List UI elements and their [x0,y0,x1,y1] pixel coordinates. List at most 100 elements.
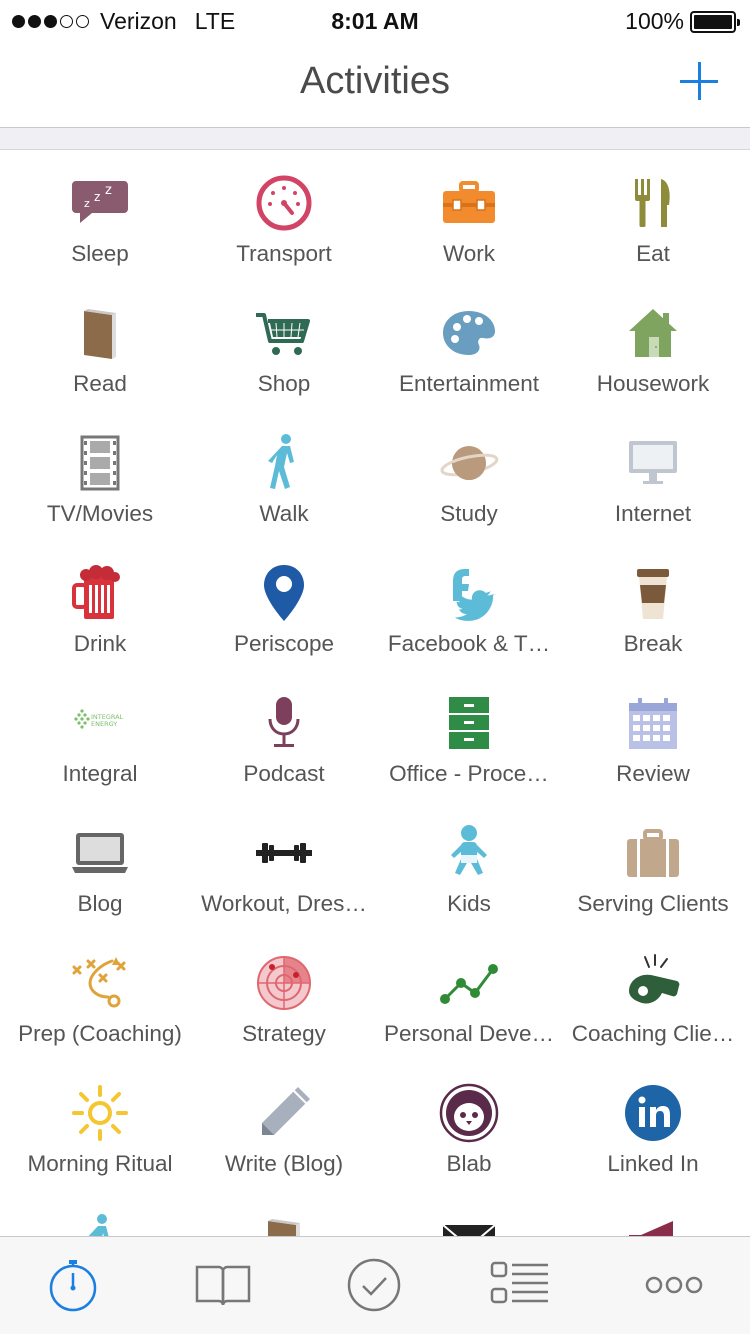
nav-bar: Activities [0,40,750,128]
activity-tile-34[interactable] [192,1191,376,1236]
activity-label: Study [440,501,498,526]
activity-label: Break [623,631,683,656]
activity-tile-blab[interactable]: Blab [377,1061,561,1191]
svg-text:z: z [84,197,90,210]
activity-tile-facebook-t[interactable]: Facebook & T… [377,541,561,671]
play-diagram-icon [70,953,130,1013]
activity-tile-strategy[interactable]: Strategy [192,931,376,1061]
coffee-cup-icon [623,563,683,623]
film-strip-icon [70,433,130,493]
pencil-icon [254,1083,314,1143]
activity-tile-transport[interactable]: Transport [192,151,376,281]
tab-list[interactable] [490,1255,550,1315]
activity-tile-kids[interactable]: Kids [377,801,561,931]
activity-tile-morning-ritual[interactable]: Morning Ritual [8,1061,192,1191]
integral-energy-logo-icon: INTEGRAL ENERGY [70,693,130,753]
activity-tile-eat[interactable]: Eat [561,151,745,281]
activity-tile-prep-coaching[interactable]: Prep (Coaching) [8,931,192,1061]
activity-label: Integral [62,761,138,786]
activity-tile-write-blog[interactable]: Write (Blog) [192,1061,376,1191]
status-bar: Verizon LTE 8:01 AM 100% [0,0,750,40]
line-graph-icon [439,953,499,1013]
activity-tile-housework[interactable]: Housework [561,281,745,411]
activity-label: Morning Ritual [27,1151,173,1176]
filing-cabinet-icon [439,693,499,753]
activity-tile-integral[interactable]: INTEGRAL ENERGY Integral [8,671,192,801]
activity-label: Strategy [242,1021,326,1046]
activity-label: Workout, Dres… [201,891,367,916]
book-icon [70,303,130,363]
activity-label: Write (Blog) [224,1151,344,1176]
activity-tile-workout-dres[interactable]: Workout, Dres… [192,801,376,931]
whistle-icon [623,953,683,1013]
status-right: 100% [625,8,740,35]
monitor-icon [623,433,683,493]
activity-tile-review[interactable]: Review [561,671,745,801]
activity-tile-35[interactable] [377,1191,561,1236]
activity-tile-sleep[interactable]: z z z Sleep [8,151,192,281]
activity-label: Internet [614,501,692,526]
linkedin-icon [623,1083,683,1143]
add-activity-button[interactable] [680,62,720,102]
activity-tile-work[interactable]: Work [377,151,561,281]
battery-percent: 100% [625,8,684,34]
activity-tile-blog[interactable]: Blog [8,801,192,931]
activity-label: Eat [636,241,670,266]
activity-tile-linked-in[interactable]: Linked In [561,1061,745,1191]
activity-tile-33[interactable] [8,1191,192,1236]
activity-label: Drink [73,631,127,656]
activity-label: TV/Movies [46,501,154,526]
activity-tile-personal-deve[interactable]: Personal Deve… [377,931,561,1061]
activity-tile-walk[interactable]: Walk [192,411,376,541]
activity-label: Linked In [607,1151,699,1176]
activity-label: Coaching Clie… [571,1021,735,1046]
speedometer-icon [254,173,314,233]
shopping-cart-icon [254,303,314,363]
blab-owl-icon [439,1083,499,1143]
activities-grid[interactable]: z z z Sleep Transport Work Eat Read Shop Entertai… [0,151,750,1236]
open-book-icon [193,1255,253,1315]
activity-tile-periscope[interactable]: Periscope [192,541,376,671]
tab-bar [0,1236,750,1334]
tab-stopwatch[interactable] [43,1255,103,1315]
dumbbell-icon [254,823,314,883]
toolbox-icon [439,173,499,233]
checkmark-circle-icon [344,1255,404,1315]
tab-open-book[interactable] [193,1255,253,1315]
activity-label: Personal Deve… [383,1021,555,1046]
activity-label: Sleep [71,241,129,266]
laptop-icon [70,823,130,883]
activity-tile-tv-movies[interactable]: TV/Movies [8,411,192,541]
walking-person-icon [70,1213,130,1236]
planet-icon [439,433,499,493]
activity-tile-read[interactable]: Read [8,281,192,411]
more-dots-icon [644,1255,704,1315]
tab-more-dots[interactable] [644,1255,704,1315]
activity-tile-serving-clients[interactable]: Serving Clients [561,801,745,931]
activity-tile-36[interactable] [561,1191,745,1236]
activity-tile-drink[interactable]: Drink [8,541,192,671]
tab-checkmark-circle[interactable] [344,1255,404,1315]
activity-label: Read [73,371,127,396]
activity-tile-coaching-clie[interactable]: Coaching Clie… [561,931,745,1061]
envelope-icon [439,1213,499,1236]
activity-label: Blog [77,891,123,916]
activity-label: Office - Proce… [389,761,549,786]
activity-tile-study[interactable]: Study [377,411,561,541]
activity-tile-entertainment[interactable]: Entertainment [377,281,561,411]
map-pin-icon [254,563,314,623]
activity-tile-break[interactable]: Break [561,541,745,671]
house-icon [623,303,683,363]
briefcase-icon [623,823,683,883]
stopwatch-icon [43,1255,103,1315]
microphone-icon [254,693,314,753]
svg-text:z: z [105,183,112,198]
activity-tile-office-proce[interactable]: Office - Proce… [377,671,561,801]
activity-tile-internet[interactable]: Internet [561,411,745,541]
calendar-icon [623,693,683,753]
activity-tile-podcast[interactable]: Podcast [192,671,376,801]
activity-tile-shop[interactable]: Shop [192,281,376,411]
baby-icon [439,823,499,883]
activity-label: Entertainment [398,371,540,396]
activity-label: Walk [259,501,309,526]
